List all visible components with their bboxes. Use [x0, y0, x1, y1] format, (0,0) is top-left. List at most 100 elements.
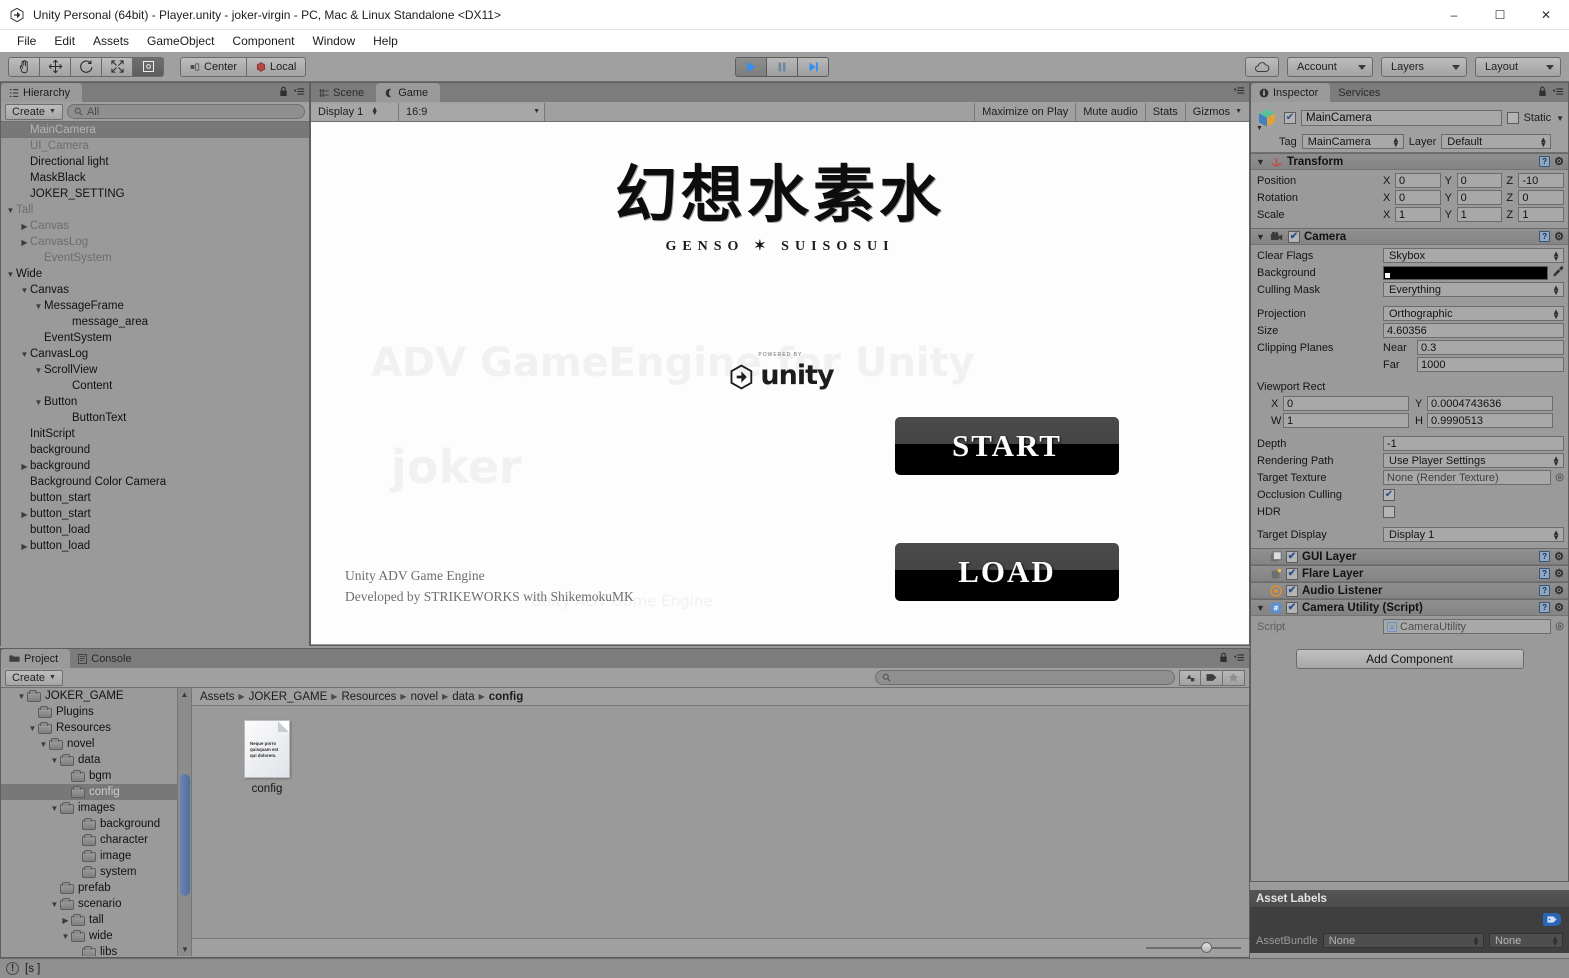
audio-listener-component-header[interactable]: ▼ Audio Listener ? ⚙	[1251, 582, 1568, 599]
viewport-y-field[interactable]: 0.0004743636	[1427, 396, 1553, 411]
hierarchy-item[interactable]: ▼ ScrollView	[1, 362, 309, 378]
hierarchy-item[interactable]: ▼InitScript	[1, 426, 309, 442]
project-folder-tree[interactable]: ▼JOKER_GAME▼Plugins▼Resources▼novel▼data…	[1, 688, 191, 956]
thumbnail-size-slider[interactable]	[1146, 942, 1241, 954]
project-tree-item[interactable]: ▼ images	[1, 800, 191, 816]
rotate-tool-button[interactable]	[70, 56, 102, 77]
viewport-w-field[interactable]: 1	[1283, 413, 1409, 428]
menu-item-edit[interactable]: Edit	[45, 32, 84, 50]
favorites-star-icon[interactable]	[1223, 669, 1245, 686]
minimize-button[interactable]: –	[1431, 0, 1477, 30]
chevron-right-icon[interactable]: ▶	[60, 916, 71, 925]
transform-x-field[interactable]: 0	[1395, 173, 1441, 188]
hierarchy-item[interactable]: ▶ Canvas	[1, 218, 309, 234]
game-view[interactable]: ADV GameEngine for Unity joker Unity ADV…	[311, 122, 1249, 644]
tab-services[interactable]: Services	[1330, 83, 1393, 102]
breadcrumb-segment[interactable]: Assets	[200, 691, 235, 703]
gear-icon[interactable]: ⚙	[1554, 584, 1564, 597]
pivot-rotation-button[interactable]: Local	[246, 56, 307, 77]
close-button[interactable]: ✕	[1523, 0, 1569, 30]
chevron-down-icon[interactable]: ▼	[33, 302, 44, 311]
start-button[interactable]: START	[895, 417, 1119, 475]
culling-mask-dropdown[interactable]: Everything ▲ ▼	[1383, 282, 1564, 297]
hierarchy-item[interactable]: ▼Content	[1, 378, 309, 394]
transform-y-field[interactable]: 0	[1456, 173, 1503, 188]
label-tag-icon[interactable]	[1543, 913, 1561, 926]
project-tree-item[interactable]: ▶ tall	[1, 912, 191, 928]
mute-audio-toggle[interactable]: Mute audio	[1075, 102, 1144, 121]
hierarchy-item[interactable]: ▼JOKER_SETTING	[1, 186, 309, 202]
target-display-dropdown[interactable]: Display 1 ▲ ▼	[1383, 527, 1564, 542]
gear-icon[interactable]: ⚙	[1554, 601, 1564, 614]
project-tree-item[interactable]: ▼ novel	[1, 736, 191, 752]
lock-icon[interactable]	[1538, 86, 1547, 97]
gear-icon[interactable]: ⚙	[1554, 155, 1564, 168]
project-tree-item[interactable]: ▼bgm	[1, 768, 191, 784]
layer-dropdown[interactable]: Default ▲ ▼	[1441, 134, 1552, 149]
object-enabled-checkbox[interactable]	[1284, 112, 1296, 124]
scroll-down-arrow-icon[interactable]: ▼	[178, 943, 191, 956]
chevron-down-icon[interactable]: ▼	[16, 692, 27, 701]
maximize-button[interactable]: ☐	[1477, 0, 1523, 30]
project-tree-item[interactable]: ▼ libs	[1, 944, 191, 956]
chevron-down-icon[interactable]: ▼	[33, 366, 44, 375]
object-picker-icon[interactable]: ◎	[1555, 621, 1564, 632]
menu-item-component[interactable]: Component	[223, 32, 303, 50]
tab-scene[interactable]: Scene	[311, 83, 377, 102]
project-tree-item[interactable]: ▼ data	[1, 752, 191, 768]
menu-item-gameobject[interactable]: GameObject	[138, 32, 223, 50]
scroll-up-arrow-icon[interactable]: ▲	[178, 688, 191, 701]
eyedropper-icon[interactable]	[1552, 265, 1564, 280]
chevron-down-icon[interactable]: ▼	[49, 804, 60, 813]
tab-game[interactable]: Game	[376, 83, 441, 102]
assets-grid[interactable]: Neque porro quisquam est qui dolorem. co…	[192, 706, 1249, 938]
transform-y-field[interactable]: 1	[1456, 207, 1503, 222]
help-icon[interactable]: ?	[1539, 602, 1551, 613]
hierarchy-item[interactable]: ▼ButtonText	[1, 410, 309, 426]
cloud-services-button[interactable]	[1245, 57, 1279, 77]
rendering-path-dropdown[interactable]: Use Player Settings ▲ ▼	[1383, 453, 1564, 468]
panel-menu-icon[interactable]	[293, 87, 305, 96]
breadcrumb-segment[interactable]: JOKER_GAME	[249, 691, 328, 703]
load-button[interactable]: LOAD	[895, 543, 1119, 601]
panel-menu-icon[interactable]	[1233, 86, 1245, 95]
chevron-right-icon[interactable]: ▶	[19, 542, 30, 551]
hierarchy-search-input[interactable]: All	[66, 104, 305, 119]
hierarchy-item[interactable]: ▼ Canvas	[1, 282, 309, 298]
slider-knob[interactable]	[1201, 942, 1213, 953]
hierarchy-item[interactable]: ▼message_area	[1, 314, 309, 330]
panel-menu-icon[interactable]	[1233, 653, 1245, 662]
hierarchy-item[interactable]: ▶ CanvasLog	[1, 234, 309, 250]
menu-item-file[interactable]: File	[8, 32, 45, 50]
hierarchy-item[interactable]: ▼ MessageFrame	[1, 298, 309, 314]
gear-icon[interactable]: ⚙	[1554, 230, 1564, 243]
chevron-down-icon[interactable]: ▼	[49, 756, 60, 765]
lock-icon[interactable]	[1219, 652, 1228, 663]
scale-tool-button[interactable]	[101, 56, 133, 77]
rect-tool-button[interactable]	[132, 56, 164, 77]
menu-item-window[interactable]: Window	[303, 32, 364, 50]
pause-button[interactable]	[766, 57, 798, 77]
transform-z-field[interactable]: -10	[1518, 173, 1565, 188]
menu-item-assets[interactable]: Assets	[84, 32, 138, 50]
scrollbar-thumb[interactable]	[180, 774, 190, 896]
hierarchy-item[interactable]: ▼MainCamera	[1, 122, 309, 138]
chevron-down-icon[interactable]: ▼	[49, 900, 60, 909]
status-bar[interactable]: ! [s ]	[0, 958, 1569, 978]
hierarchy-item[interactable]: ▼ Button	[1, 394, 309, 410]
transform-z-field[interactable]: 1	[1518, 207, 1565, 222]
clear-flags-dropdown[interactable]: Skybox ▲ ▼	[1383, 248, 1564, 263]
project-tree-item[interactable]: ▼image	[1, 848, 191, 864]
layout-dropdown[interactable]: Layout	[1475, 57, 1561, 77]
stats-toggle[interactable]: Stats	[1144, 102, 1185, 121]
tab-console[interactable]: Console	[70, 649, 144, 668]
breadcrumb-segment[interactable]: data	[452, 691, 474, 703]
transform-z-field[interactable]: 0	[1518, 190, 1565, 205]
chevron-right-icon[interactable]: ▶	[19, 462, 30, 471]
camera-utility-checkbox[interactable]	[1286, 601, 1298, 614]
project-tree-item[interactable]: ▼character	[1, 832, 191, 848]
flare-layer-checkbox[interactable]	[1286, 567, 1298, 580]
chevron-down-icon[interactable]: ▼	[1255, 232, 1266, 242]
chevron-down-icon[interactable]: ▼	[5, 206, 16, 215]
tab-hierarchy[interactable]: Hierarchy	[1, 83, 83, 102]
